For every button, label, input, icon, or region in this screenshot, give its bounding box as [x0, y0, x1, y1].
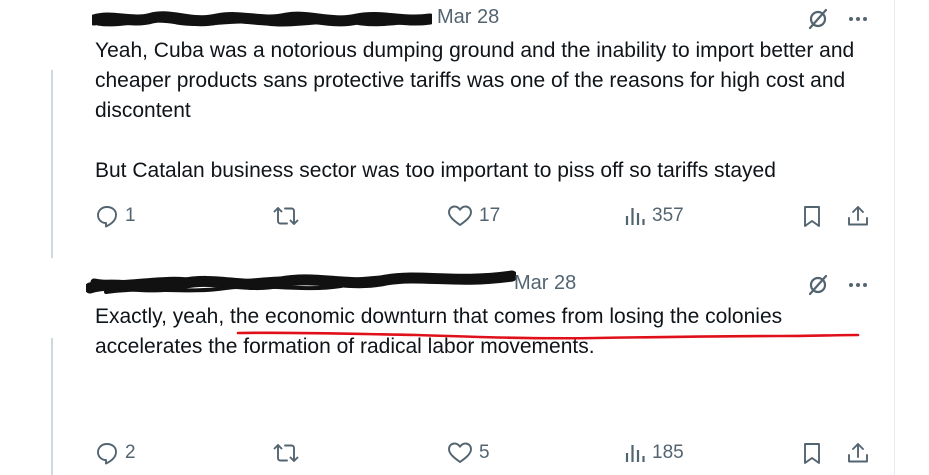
share-icon — [848, 443, 868, 463]
tweet-actions: 1 17 357 — [0, 204, 894, 234]
reply-icon — [97, 206, 117, 228]
share-icon — [848, 206, 868, 226]
views-button[interactable]: 357 — [624, 204, 684, 228]
view-count: 357 — [652, 205, 684, 226]
more-icon[interactable] — [846, 273, 870, 297]
bookmark-icon — [804, 443, 820, 464]
share-button[interactable] — [846, 204, 870, 228]
redacted-author — [86, 270, 516, 294]
retweet-icon — [273, 444, 299, 462]
like-count: 5 — [479, 442, 490, 463]
like-count: 17 — [479, 205, 501, 226]
like-button[interactable]: 5 — [447, 441, 490, 465]
retweet-button[interactable] — [273, 204, 305, 228]
red-underline-annotation — [236, 331, 860, 340]
reply-count: 2 — [125, 442, 136, 463]
grok-icon[interactable] — [806, 7, 830, 31]
more-icon[interactable] — [846, 7, 870, 31]
tweet-actions: 2 5 185 — [0, 441, 894, 471]
tweet-date[interactable]: Mar 28 — [514, 272, 576, 295]
reply-button[interactable]: 1 — [95, 204, 136, 228]
timeline-border — [894, 0, 895, 475]
redacted-author — [92, 11, 432, 27]
bookmark-button[interactable] — [801, 441, 823, 465]
grok-icon[interactable] — [806, 273, 830, 297]
reply-button[interactable]: 2 — [95, 441, 136, 465]
tweet[interactable]: Mar 28 Exactly, yeah, the economic downt… — [0, 250, 894, 475]
bookmark-icon — [804, 206, 820, 227]
share-button[interactable] — [846, 441, 870, 465]
tweet-text: Yeah, Cuba was a notorious dumping groun… — [95, 39, 855, 182]
retweet-icon — [273, 207, 299, 225]
reply-count: 1 — [125, 205, 136, 226]
views-icon — [625, 208, 645, 225]
like-icon — [448, 442, 472, 463]
views-icon — [625, 445, 645, 462]
tweet-date[interactable]: Mar 28 — [437, 6, 499, 29]
tweet[interactable]: Mar 28 Yeah, Cuba was a notorious dumpin… — [0, 0, 894, 250]
text-before: Exactly, yeah, — [95, 305, 231, 328]
highlighted-phrase: the economic downturn that comes from lo… — [230, 305, 783, 328]
reply-icon — [97, 443, 117, 465]
view-count: 185 — [652, 442, 684, 463]
retweet-button[interactable] — [273, 441, 305, 465]
like-button[interactable]: 17 — [447, 204, 500, 228]
views-button[interactable]: 185 — [624, 441, 684, 465]
like-icon — [448, 205, 472, 226]
bookmark-button[interactable] — [801, 204, 823, 228]
